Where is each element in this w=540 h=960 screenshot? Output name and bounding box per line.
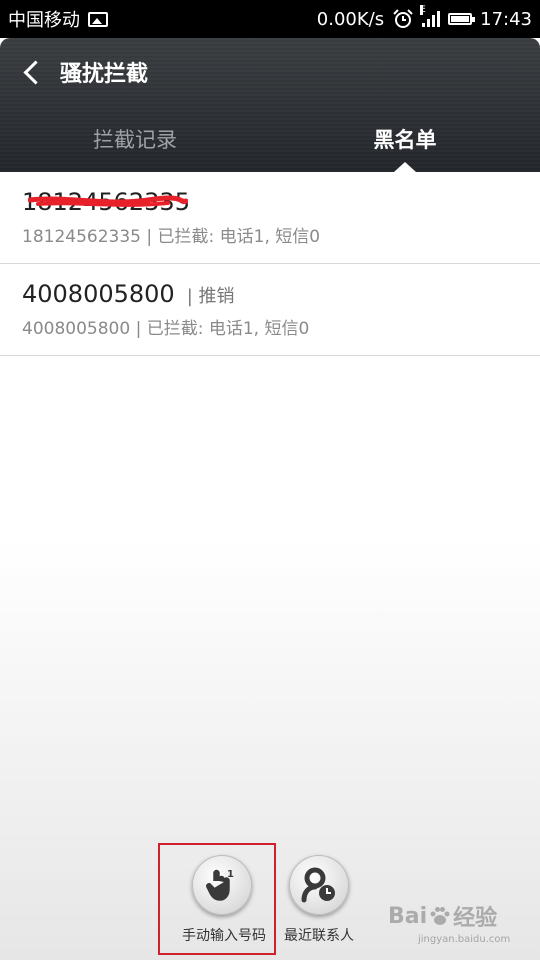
battery-icon: [448, 13, 476, 25]
tab-bar: 拦截记录 黑名单: [0, 106, 540, 172]
watermark-brand-text2: 经验: [453, 906, 498, 931]
recent-contacts-label: 最近联系人: [284, 928, 354, 944]
recent-contacts-button[interactable]: 最近联系人: [279, 855, 359, 945]
image-icon: [88, 11, 108, 27]
paw-icon: [430, 907, 450, 925]
app-header: 骚扰拦截 拦截记录 黑名单: [0, 38, 540, 172]
list-item[interactable]: 4008005800 | 推销 4008005800 | 已拦截: 电话1, 短…: [0, 264, 540, 356]
list-item-number-line: 18124562335: [22, 188, 518, 216]
recent-contacts-circle[interactable]: [289, 855, 349, 915]
tab-blacklist[interactable]: 黑名单: [270, 106, 540, 172]
list-item[interactable]: 18124562335 18124562335 | 已拦截: 电话1, 短信0: [0, 172, 540, 264]
status-bar: 中国移动 0.00K/s E 17:43: [0, 0, 540, 38]
highlight-box: [158, 843, 276, 955]
network-speed: 0.00K/s: [316, 8, 385, 30]
tab-block-log[interactable]: 拦截记录: [0, 106, 270, 172]
watermark-brand: Bai 经验: [388, 900, 528, 932]
recent-contact-icon: [301, 867, 335, 903]
blacklist-list: 18124562335 18124562335 | 已拦截: 电话1, 短信0 …: [0, 172, 540, 356]
back-button[interactable]: [0, 38, 60, 106]
number-tag: | 推销: [186, 286, 235, 307]
signal-icon: E: [420, 5, 441, 27]
chevron-left-icon: [22, 59, 48, 85]
watermark-brand-text: Bai: [388, 903, 428, 929]
list-item-number-line: 4008005800 | 推销: [22, 280, 518, 308]
page-title: 骚扰拦截: [60, 62, 149, 87]
title-bar: 骚扰拦截: [0, 38, 540, 106]
phone-number: 4008005800: [22, 280, 175, 308]
redaction-mark: [28, 195, 188, 207]
clock: 17:43: [480, 8, 532, 30]
carrier-name: 中国移动: [8, 10, 80, 31]
list-item-detail: 4008005800 | 已拦截: 电话1, 短信0: [22, 319, 310, 339]
watermark-url: jingyan.baidu.com: [418, 934, 511, 945]
network-type: E: [420, 5, 426, 15]
alarm-clock-icon: [393, 9, 413, 28]
list-item-detail: 18124562335 | 已拦截: 电话1, 短信0: [22, 227, 321, 247]
baidu-watermark: Bai 经验 jingyan.baidu.com: [388, 900, 528, 956]
